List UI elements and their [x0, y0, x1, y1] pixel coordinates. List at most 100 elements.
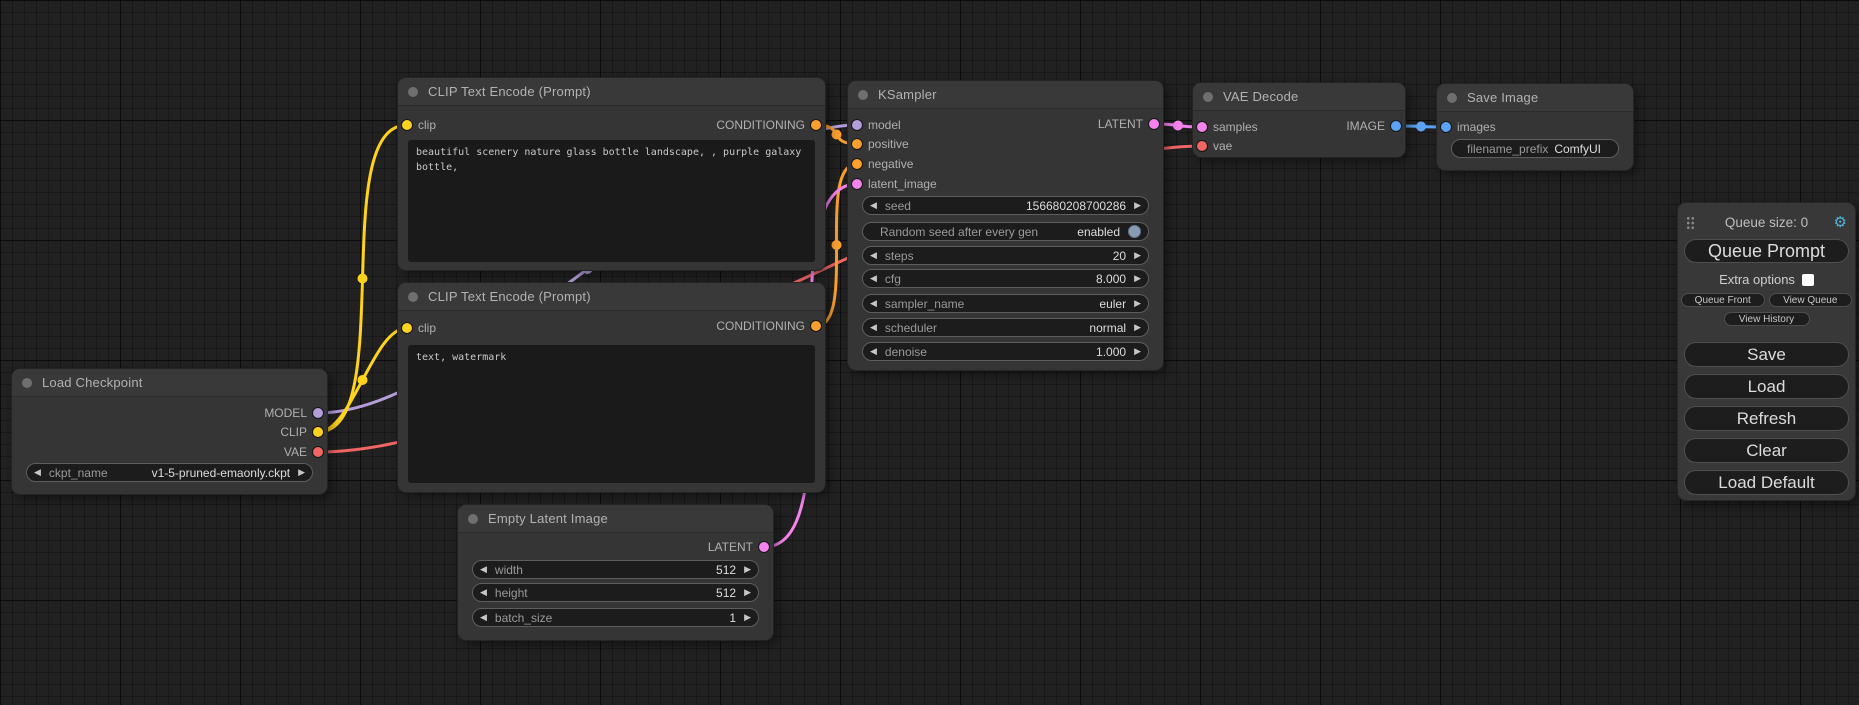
output-port-dot-CONDITIONING[interactable] — [811, 321, 821, 331]
widget-height[interactable]: ◀height512▶ — [472, 583, 759, 602]
node-title-bar[interactable]: KSampler — [848, 81, 1163, 109]
input-port-dot-model[interactable] — [852, 120, 862, 130]
increment-arrow-icon[interactable]: ▶ — [1134, 247, 1141, 264]
collapse-dot-icon[interactable] — [408, 292, 418, 302]
link-midpoint-dot[interactable] — [832, 240, 842, 250]
link-midpoint-dot[interactable] — [832, 130, 842, 140]
node-title-bar[interactable]: Empty Latent Image — [458, 505, 773, 533]
widget-filename_prefix[interactable]: filename_prefixComfyUI — [1451, 139, 1619, 158]
decrement-arrow-icon[interactable]: ◀ — [870, 197, 877, 214]
widget-seed[interactable]: ◀seed156680208700286▶ — [862, 196, 1149, 215]
node-empty-latent-image[interactable]: Empty Latent Image LATENT ◀width512▶ ◀heigh… — [458, 505, 773, 640]
refresh-button[interactable]: Refresh — [1684, 406, 1849, 431]
widget-cfg[interactable]: ◀cfg8.000▶ — [862, 269, 1149, 288]
collapse-dot-icon[interactable] — [1203, 92, 1213, 102]
output-port-dot-VAE[interactable] — [313, 447, 323, 457]
collapse-dot-icon[interactable] — [22, 378, 32, 388]
input-port-model: model — [848, 116, 901, 134]
output-port-dot-CLIP[interactable] — [313, 427, 323, 437]
node-vae-decode[interactable]: VAE DecodesamplesvaeIMAGE — [1193, 83, 1405, 157]
decrement-arrow-icon[interactable]: ◀ — [870, 295, 877, 312]
increment-arrow-icon[interactable]: ▶ — [744, 561, 751, 578]
increment-arrow-icon[interactable]: ▶ — [1134, 319, 1141, 336]
increment-arrow-icon[interactable]: ▶ — [1134, 270, 1141, 287]
widget-random-seed-after-every-gen[interactable]: Random seed after every genenabled — [862, 222, 1149, 241]
decrement-arrow-icon[interactable]: ◀ — [870, 270, 877, 287]
collapse-dot-icon[interactable] — [1447, 93, 1457, 103]
widget-label: ckpt_name — [49, 466, 108, 480]
load-default-button[interactable]: Load Default — [1684, 470, 1849, 495]
increment-arrow-icon[interactable]: ▶ — [1134, 295, 1141, 312]
input-port-dot-samples[interactable] — [1197, 122, 1207, 132]
increment-arrow-icon[interactable]: ▶ — [1134, 343, 1141, 360]
decrement-arrow-icon[interactable]: ◀ — [870, 247, 877, 264]
node-title-bar[interactable]: CLIP Text Encode (Prompt) — [398, 283, 825, 311]
decrement-arrow-icon[interactable]: ◀ — [480, 561, 487, 578]
extra-options-checkbox[interactable] — [1802, 274, 1814, 286]
node-title-bar[interactable]: Load Checkpoint — [12, 369, 327, 397]
widget-sampler_name[interactable]: ◀sampler_nameeuler▶ — [862, 294, 1149, 313]
widget-ckpt_name[interactable]: ◀ckpt_namev1-5-pruned-emaonly.ckpt▶ — [26, 463, 313, 482]
decrement-arrow-icon[interactable]: ◀ — [480, 584, 487, 601]
node-load-checkpoint[interactable]: Load CheckpointMODELCLIPVAE◀ckpt_namev1-… — [12, 369, 327, 494]
output-port-LATENT: LATENT — [708, 538, 773, 556]
output-port-dot-IMAGE[interactable] — [1391, 121, 1401, 131]
collapse-dot-icon[interactable] — [858, 90, 868, 100]
toggle-dot-icon[interactable] — [1128, 225, 1141, 238]
widget-label: batch_size — [495, 611, 552, 625]
node-clip-text-encode-positive[interactable]: CLIP Text Encode (Prompt)clipCONDITIONIN… — [398, 78, 825, 270]
output-port-dot-LATENT[interactable] — [1149, 119, 1159, 129]
node-title-bar[interactable]: VAE Decode — [1193, 83, 1405, 111]
link-midpoint-dot[interactable] — [1173, 121, 1183, 131]
output-port-dot-MODEL[interactable] — [313, 408, 323, 418]
input-port-dot-negative[interactable] — [852, 159, 862, 169]
collapse-dot-icon[interactable] — [408, 87, 418, 97]
node-title-label: VAE Decode — [1223, 89, 1298, 104]
widget-scheduler[interactable]: ◀schedulernormal▶ — [862, 318, 1149, 337]
increment-arrow-icon[interactable]: ▶ — [1134, 197, 1141, 214]
settings-gear-icon[interactable]: ⚙ — [1834, 213, 1847, 231]
queue-front-button[interactable]: Queue Front — [1681, 293, 1765, 307]
port-label: positive — [868, 137, 909, 151]
output-port-VAE: VAE — [284, 443, 327, 461]
node-ksampler[interactable]: KSamplermodelpositivenegativelatent_imag… — [848, 81, 1163, 370]
link-midpoint-dot[interactable] — [1416, 122, 1426, 132]
input-port-dot-clip[interactable] — [402, 120, 412, 130]
input-port-dot-vae[interactable] — [1197, 141, 1207, 151]
input-port-dot-clip[interactable] — [402, 323, 412, 333]
decrement-arrow-icon[interactable]: ◀ — [870, 343, 877, 360]
drag-handle-icon[interactable] — [1686, 216, 1695, 230]
save-button[interactable]: Save — [1684, 342, 1849, 367]
widget-denoise[interactable]: ◀denoise1.000▶ — [862, 342, 1149, 361]
increment-arrow-icon[interactable]: ▶ — [298, 464, 305, 481]
queue-prompt-button[interactable]: Queue Prompt — [1684, 239, 1849, 263]
increment-arrow-icon[interactable]: ▶ — [744, 584, 751, 601]
decrement-arrow-icon[interactable]: ◀ — [870, 319, 877, 336]
view-history-button[interactable]: View History — [1724, 312, 1810, 326]
queue-size-label: Queue size: 0 — [1725, 215, 1808, 230]
widget-width[interactable]: ◀width512▶ — [472, 560, 759, 579]
decrement-arrow-icon[interactable]: ◀ — [34, 464, 41, 481]
output-port-dot-CONDITIONING[interactable] — [811, 120, 821, 130]
link-midpoint-dot[interactable] — [358, 274, 368, 284]
node-clip-text-encode-negative[interactable]: CLIP Text Encode (Prompt)clipCONDITIONIN… — [398, 283, 825, 492]
input-port-dot-latent_image[interactable] — [852, 179, 862, 189]
decrement-arrow-icon[interactable]: ◀ — [480, 609, 487, 626]
prompt-textarea[interactable]: text, watermark — [408, 345, 815, 483]
node-graph-canvas[interactable]: Queue size: 0 ⚙ Queue Prompt Extra optio… — [0, 0, 1859, 705]
input-port-dot-images[interactable] — [1441, 122, 1451, 132]
prompt-textarea[interactable]: beautiful scenery nature glass bottle la… — [408, 140, 815, 262]
input-port-dot-positive[interactable] — [852, 139, 862, 149]
collapse-dot-icon[interactable] — [468, 514, 478, 524]
widget-steps[interactable]: ◀steps20▶ — [862, 246, 1149, 265]
output-port-dot-LATENT[interactable] — [759, 542, 769, 552]
widget-batch_size[interactable]: ◀batch_size1▶ — [472, 608, 759, 627]
load-button[interactable]: Load — [1684, 374, 1849, 399]
node-save-image[interactable]: Save Imageimagesfilename_prefixComfyUI — [1437, 84, 1633, 170]
node-title-bar[interactable]: CLIP Text Encode (Prompt) — [398, 78, 825, 106]
clear-button[interactable]: Clear — [1684, 438, 1849, 463]
link-midpoint-dot[interactable] — [358, 375, 368, 385]
node-title-bar[interactable]: Save Image — [1437, 84, 1633, 112]
view-queue-button[interactable]: View Queue — [1769, 293, 1853, 307]
increment-arrow-icon[interactable]: ▶ — [744, 609, 751, 626]
